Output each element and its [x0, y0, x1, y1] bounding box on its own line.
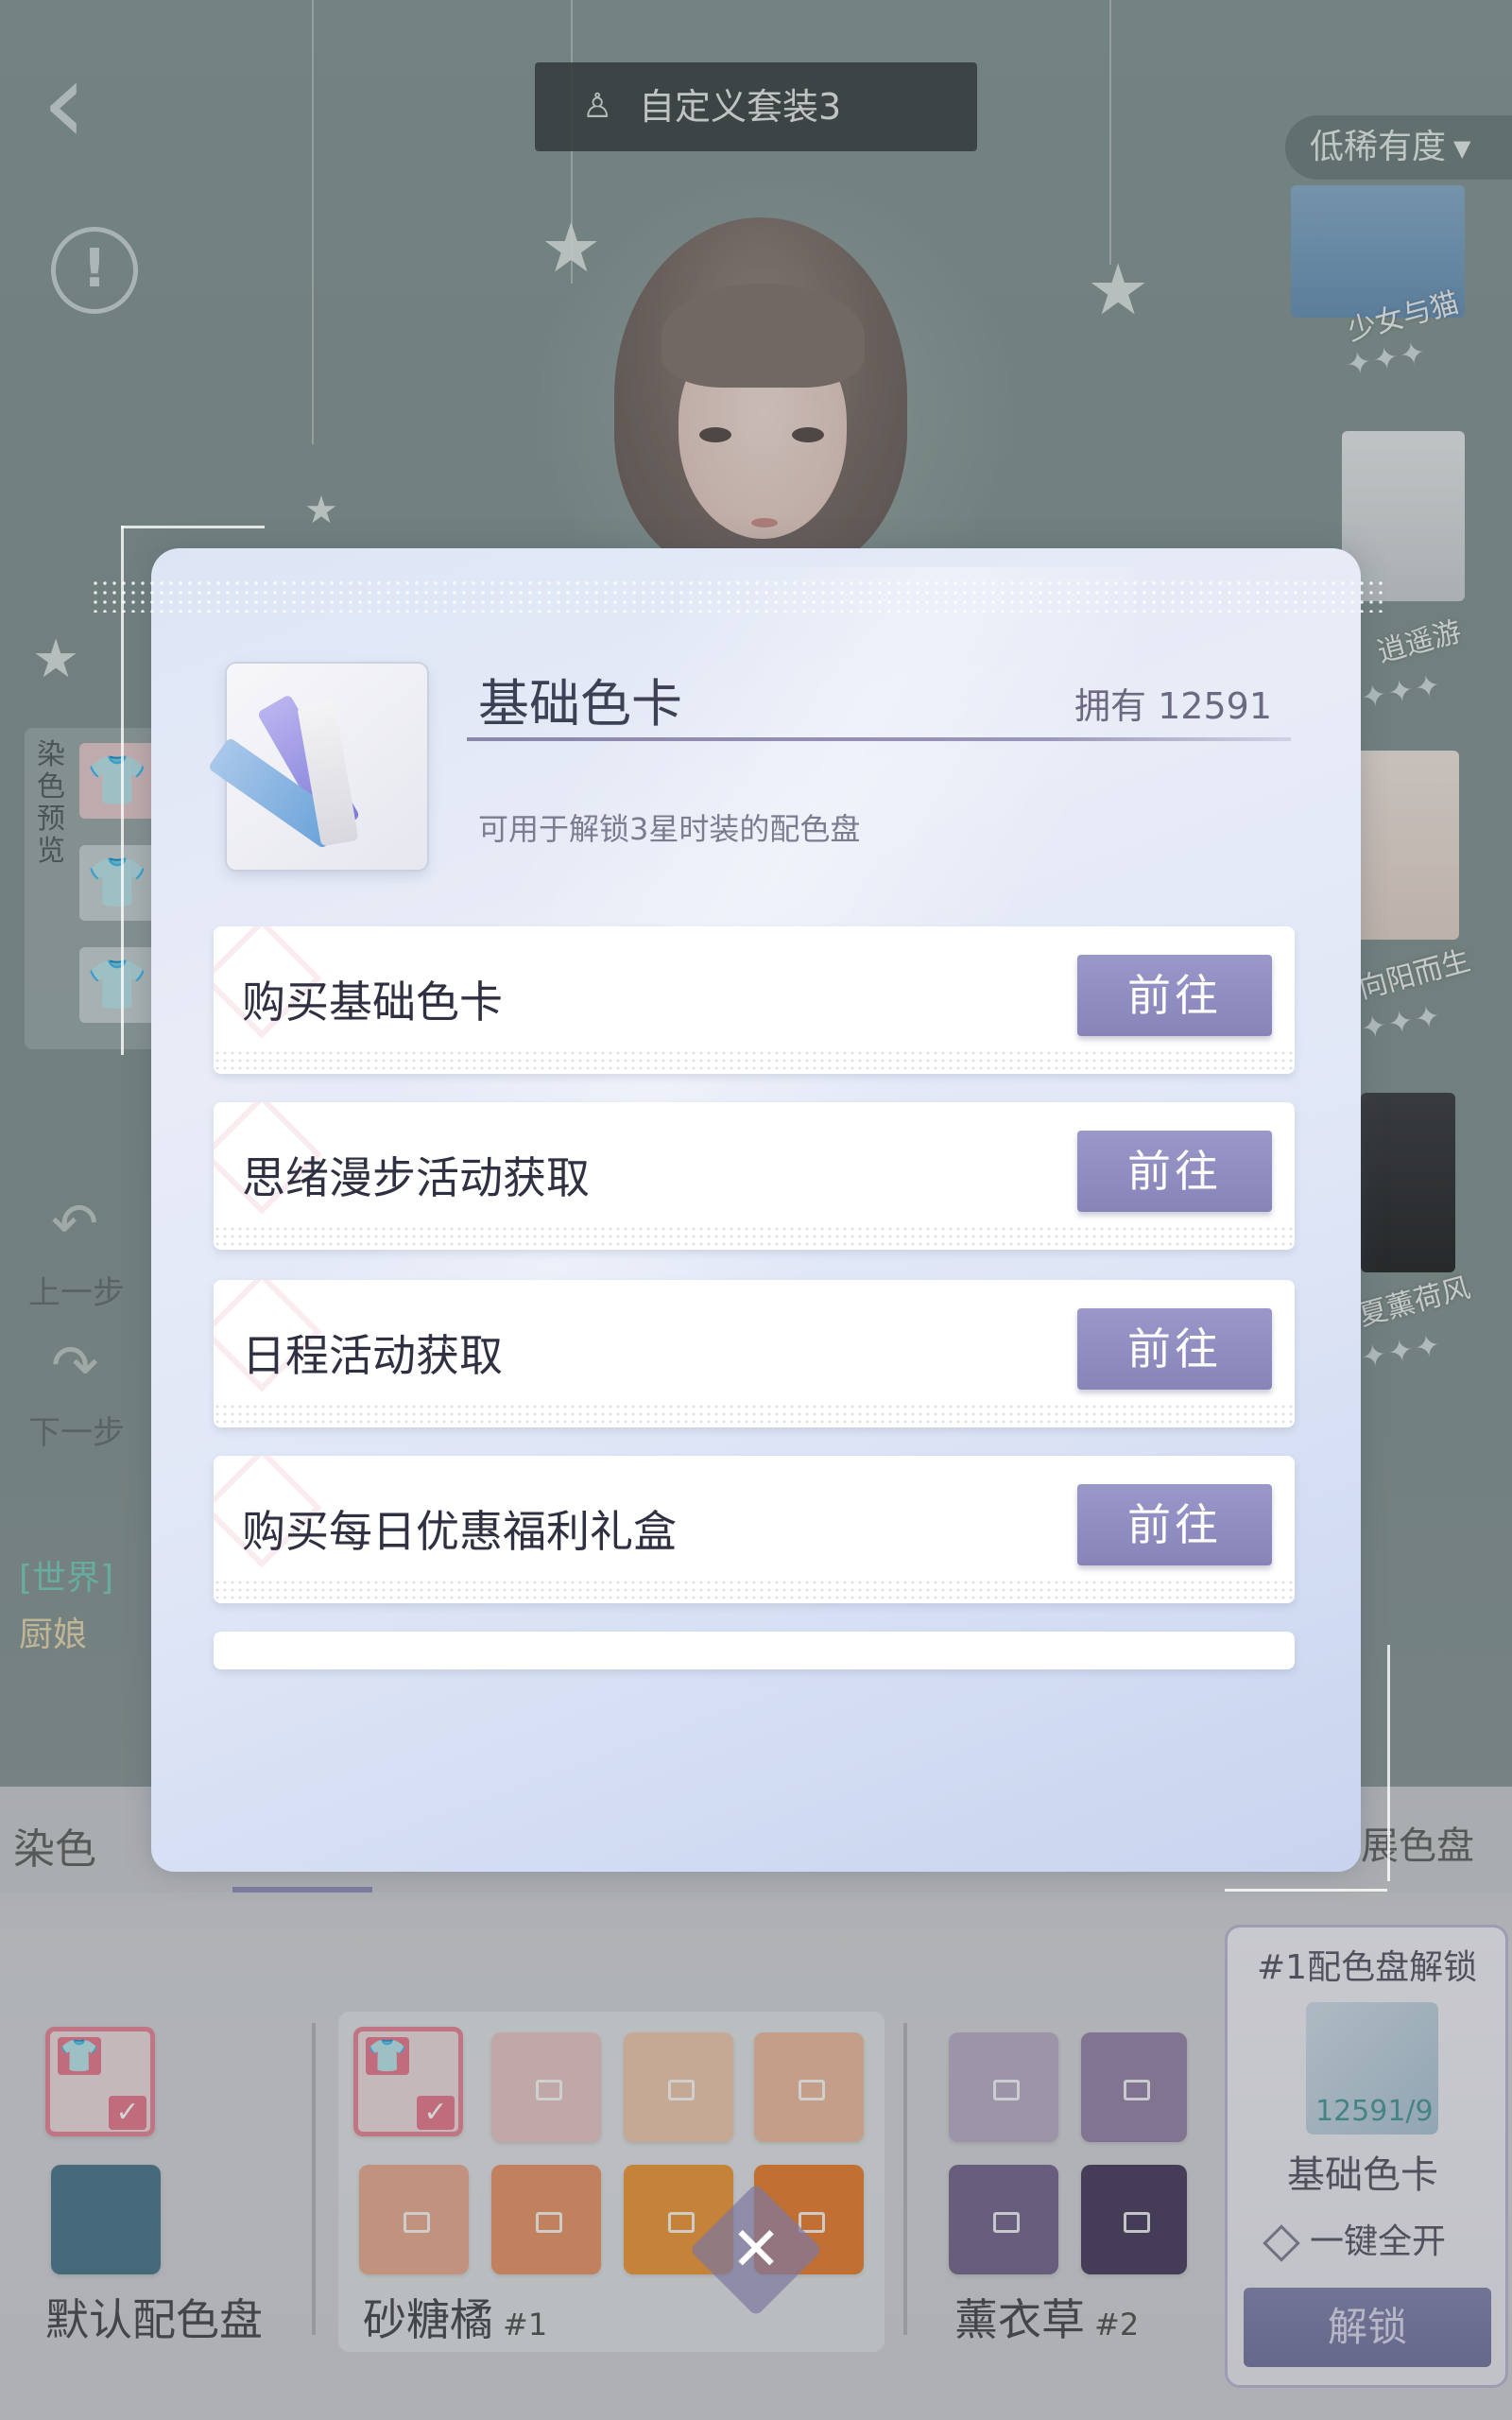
- go-button[interactable]: 前往: [1077, 955, 1272, 1036]
- item-description: 可用于解锁3星时装的配色盘: [478, 811, 861, 847]
- row-dot-pattern: [214, 1049, 1295, 1074]
- frame-line: [121, 526, 124, 1055]
- row-dot-pattern: [214, 1403, 1295, 1427]
- color-card-icon: [207, 664, 427, 870]
- modal-dot-strip: [91, 579, 1385, 613]
- frame-line: [1387, 1645, 1390, 1881]
- owned-label: 拥有: [1074, 685, 1147, 727]
- item-name: 基础色卡: [478, 674, 682, 734]
- source-row: 思绪漫步活动获取 前往: [214, 1102, 1295, 1250]
- frame-line: [1225, 1889, 1387, 1892]
- source-row: 购买每日优惠福利礼盒 前往: [214, 1456, 1295, 1603]
- close-icon[interactable]: ✕: [709, 2203, 803, 2297]
- go-button[interactable]: 前往: [1077, 1484, 1272, 1565]
- close-button[interactable]: ✕: [689, 2183, 823, 2317]
- go-button[interactable]: 前往: [1077, 1308, 1272, 1390]
- owned-count: 12591: [1158, 685, 1272, 727]
- header-divider: [467, 737, 1291, 741]
- source-row: 日程活动获取 前往: [214, 1280, 1295, 1427]
- source-label: 思绪漫步活动获取: [242, 1152, 590, 1203]
- source-row-partial: [214, 1632, 1295, 1669]
- row-dot-pattern: [214, 1225, 1295, 1250]
- source-label: 购买基础色卡: [242, 977, 503, 1028]
- item-owned: 拥有 12591: [1074, 677, 1272, 729]
- source-row: 购买基础色卡 前往: [214, 926, 1295, 1074]
- row-dot-pattern: [214, 1579, 1295, 1603]
- go-button[interactable]: 前往: [1077, 1131, 1272, 1212]
- frame-line: [121, 526, 265, 528]
- source-label: 购买每日优惠福利礼盒: [242, 1506, 677, 1557]
- source-label: 日程活动获取: [242, 1330, 503, 1381]
